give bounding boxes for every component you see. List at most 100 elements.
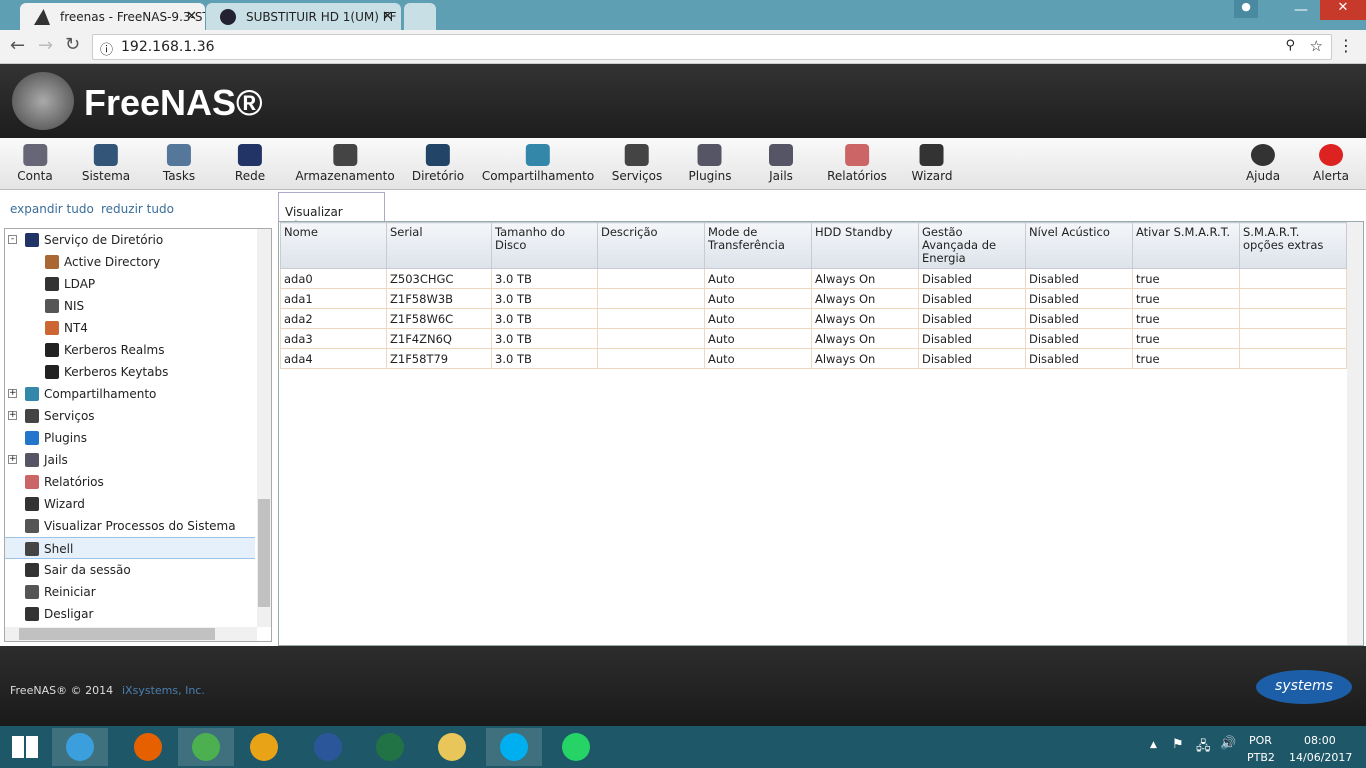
toolbar-alerta[interactable]: Alerta	[1313, 144, 1349, 183]
clock-date[interactable]: 14/06/2017	[1289, 751, 1352, 764]
close-tab-icon[interactable]: ✕	[382, 9, 393, 24]
table-cell: Always On	[811, 348, 919, 369]
expand-icon[interactable]: +	[8, 389, 17, 398]
taskbar-whatsapp-icon[interactable]	[548, 728, 604, 766]
toolbar-servicos[interactable]: Serviços	[612, 144, 662, 183]
column-header[interactable]: Nível Acústico	[1025, 222, 1133, 269]
key-icon[interactable]: ⚲	[1285, 38, 1295, 53]
column-header[interactable]: Serial	[386, 222, 492, 269]
expand-icon[interactable]: +	[8, 455, 17, 464]
column-header[interactable]: Nome	[280, 222, 387, 269]
new-tab-button[interactable]	[404, 3, 436, 30]
tree-vertical-scrollbar[interactable]	[257, 229, 271, 627]
tree-item[interactable]: Plugins	[5, 427, 255, 449]
taskbar-firefox-icon[interactable]	[120, 728, 176, 766]
toolbar-diretorio[interactable]: Diretório	[412, 144, 464, 183]
toolbar-compartilhamento[interactable]: Compartilhamento	[482, 144, 594, 183]
expand-all-link[interactable]: expandir tudo	[10, 202, 94, 216]
toolbar-relatorios[interactable]: Relatórios	[827, 144, 887, 183]
tree-item[interactable]: NIS	[5, 295, 255, 317]
tab-visualizar-discos[interactable]: Visualizar Discos	[278, 192, 385, 233]
url-input[interactable]: ⓘ 192.168.1.36 ⚲ ☆	[92, 34, 1332, 60]
tree-item[interactable]: + Jails	[5, 449, 255, 471]
language-indicator[interactable]: POR	[1249, 734, 1272, 747]
forward-icon[interactable]: →	[38, 35, 53, 56]
tree-item-label: Active Directory	[64, 255, 161, 269]
tree-item[interactable]: + Compartilhamento	[5, 383, 255, 405]
toolbar-ajuda[interactable]: Ajuda	[1246, 144, 1280, 183]
column-header[interactable]: Descrição	[597, 222, 705, 269]
tree-item[interactable]: Active Directory	[5, 251, 255, 273]
reload-icon[interactable]: ↻	[65, 34, 80, 55]
toolbar-wizard[interactable]: Wizard	[912, 144, 952, 183]
tree-item[interactable]: Shell	[5, 537, 255, 559]
tree-item[interactable]: LDAP	[5, 273, 255, 295]
keyboard-layout[interactable]: PTB2	[1247, 751, 1275, 764]
tree-item[interactable]: Wizard	[5, 493, 255, 515]
tray-expand-icon[interactable]: ▲	[1150, 740, 1157, 750]
ixsystems-link[interactable]: iXsystems, Inc.	[122, 684, 205, 697]
taskbar-chrome-icon[interactable]	[178, 728, 234, 766]
volume-icon[interactable]: 🔊	[1220, 736, 1236, 751]
tree-item[interactable]: Desligar	[5, 603, 255, 625]
table-row[interactable]: ada1 Z1F58W3B 3.0 TB Auto Always On Disabled D…	[280, 288, 1347, 309]
close-window-icon[interactable]: ✕	[1320, 0, 1366, 20]
tree-item[interactable]: Kerberos Realms	[5, 339, 255, 361]
table-row[interactable]: ada4 Z1F58T79 3.0 TB Auto Always On Disabled D…	[280, 348, 1347, 369]
browser-tab-active[interactable]: freenas - FreeNAS-9.3-ST ✕	[20, 3, 205, 30]
bookmark-star-icon[interactable]: ☆	[1310, 37, 1323, 55]
minimize-icon[interactable]: —	[1294, 2, 1308, 18]
taskbar-outlook-icon[interactable]	[236, 728, 292, 766]
tree-item[interactable]: - Serviço de Diretório	[5, 229, 255, 251]
network-icon[interactable]: 🖧	[1196, 737, 1211, 759]
close-tab-icon[interactable]: ✕	[186, 9, 197, 24]
toolbar-conta[interactable]: Conta	[17, 144, 53, 183]
back-icon[interactable]: ←	[10, 35, 25, 56]
tree-item[interactable]: Visualizar Processos do Sistema	[5, 515, 255, 537]
column-header[interactable]: Mode de Transferência	[704, 222, 812, 269]
taskbar-excel-icon[interactable]	[362, 728, 418, 766]
toolbar-armazenamento[interactable]: Armazenamento	[295, 144, 395, 183]
table-row[interactable]: ada3 Z1F4ZN6Q 3.0 TB Auto Always On Disabled D…	[280, 328, 1347, 349]
user-icon[interactable]: ●	[1234, 0, 1258, 18]
toolbar-jails[interactable]: Jails	[769, 144, 793, 183]
table-cell: Auto	[704, 348, 812, 369]
toolbar-rede[interactable]: Rede	[235, 144, 265, 183]
column-header[interactable]: HDD Standby	[811, 222, 919, 269]
toolbar-plugins[interactable]: Plugins	[689, 144, 731, 183]
expand-icon[interactable]: +	[8, 411, 17, 420]
toolbar-icon	[238, 144, 262, 166]
column-header[interactable]: Tamanho do Disco	[491, 222, 598, 269]
table-cell: Disabled	[1025, 308, 1133, 329]
collapse-all-link[interactable]: reduzir tudo	[101, 202, 174, 216]
column-header[interactable]: S.M.A.R.T. opções extras	[1239, 222, 1347, 269]
toolbar-icon	[167, 144, 191, 166]
table-row[interactable]: ada2 Z1F58W6C 3.0 TB Auto Always On Disabled D…	[280, 308, 1347, 329]
tree-item[interactable]: NT4	[5, 317, 255, 339]
flag-icon[interactable]: ⚑	[1172, 737, 1184, 752]
windows-start-icon[interactable]	[12, 736, 38, 758]
toolbar-tasks[interactable]: Tasks	[163, 144, 195, 183]
menu-icon[interactable]: ⋮	[1338, 36, 1354, 55]
column-header[interactable]: Ativar S.M.A.R.T.	[1132, 222, 1240, 269]
tree-item[interactable]: Relatórios	[5, 471, 255, 493]
clock-time[interactable]: 08:00	[1304, 734, 1336, 747]
tree-item[interactable]: Kerberos Keytabs	[5, 361, 255, 383]
taskbar-explorer-icon[interactable]	[424, 728, 480, 766]
browser-tab[interactable]: SUBSTITUIR HD 1(UM) FF ✕	[206, 3, 401, 30]
table-row[interactable]: ada0 Z503CHGC 3.0 TB Auto Always On Disabled D…	[280, 268, 1347, 289]
column-header[interactable]: Gestão Avançada de Energia	[918, 222, 1026, 269]
grid-scrollbar[interactable]	[1347, 222, 1363, 645]
tree-item[interactable]: + Serviços	[5, 405, 255, 427]
tree-item-icon	[45, 343, 59, 357]
tree-item[interactable]: Reiniciar	[5, 581, 255, 603]
table-cell: 3.0 TB	[491, 268, 598, 289]
tree-item[interactable]: Sair da sessão	[5, 559, 255, 581]
collapse-icon[interactable]: -	[8, 235, 17, 244]
taskbar-skype-icon[interactable]	[486, 728, 542, 766]
taskbar-word-icon[interactable]	[300, 728, 356, 766]
main-toolbar: Conta Sistema Tasks Rede Armazenamento Diretó…	[0, 138, 1366, 190]
toolbar-sistema[interactable]: Sistema	[82, 144, 130, 183]
tree-horizontal-scrollbar[interactable]	[5, 627, 257, 641]
taskbar-ie-icon[interactable]	[52, 728, 108, 766]
